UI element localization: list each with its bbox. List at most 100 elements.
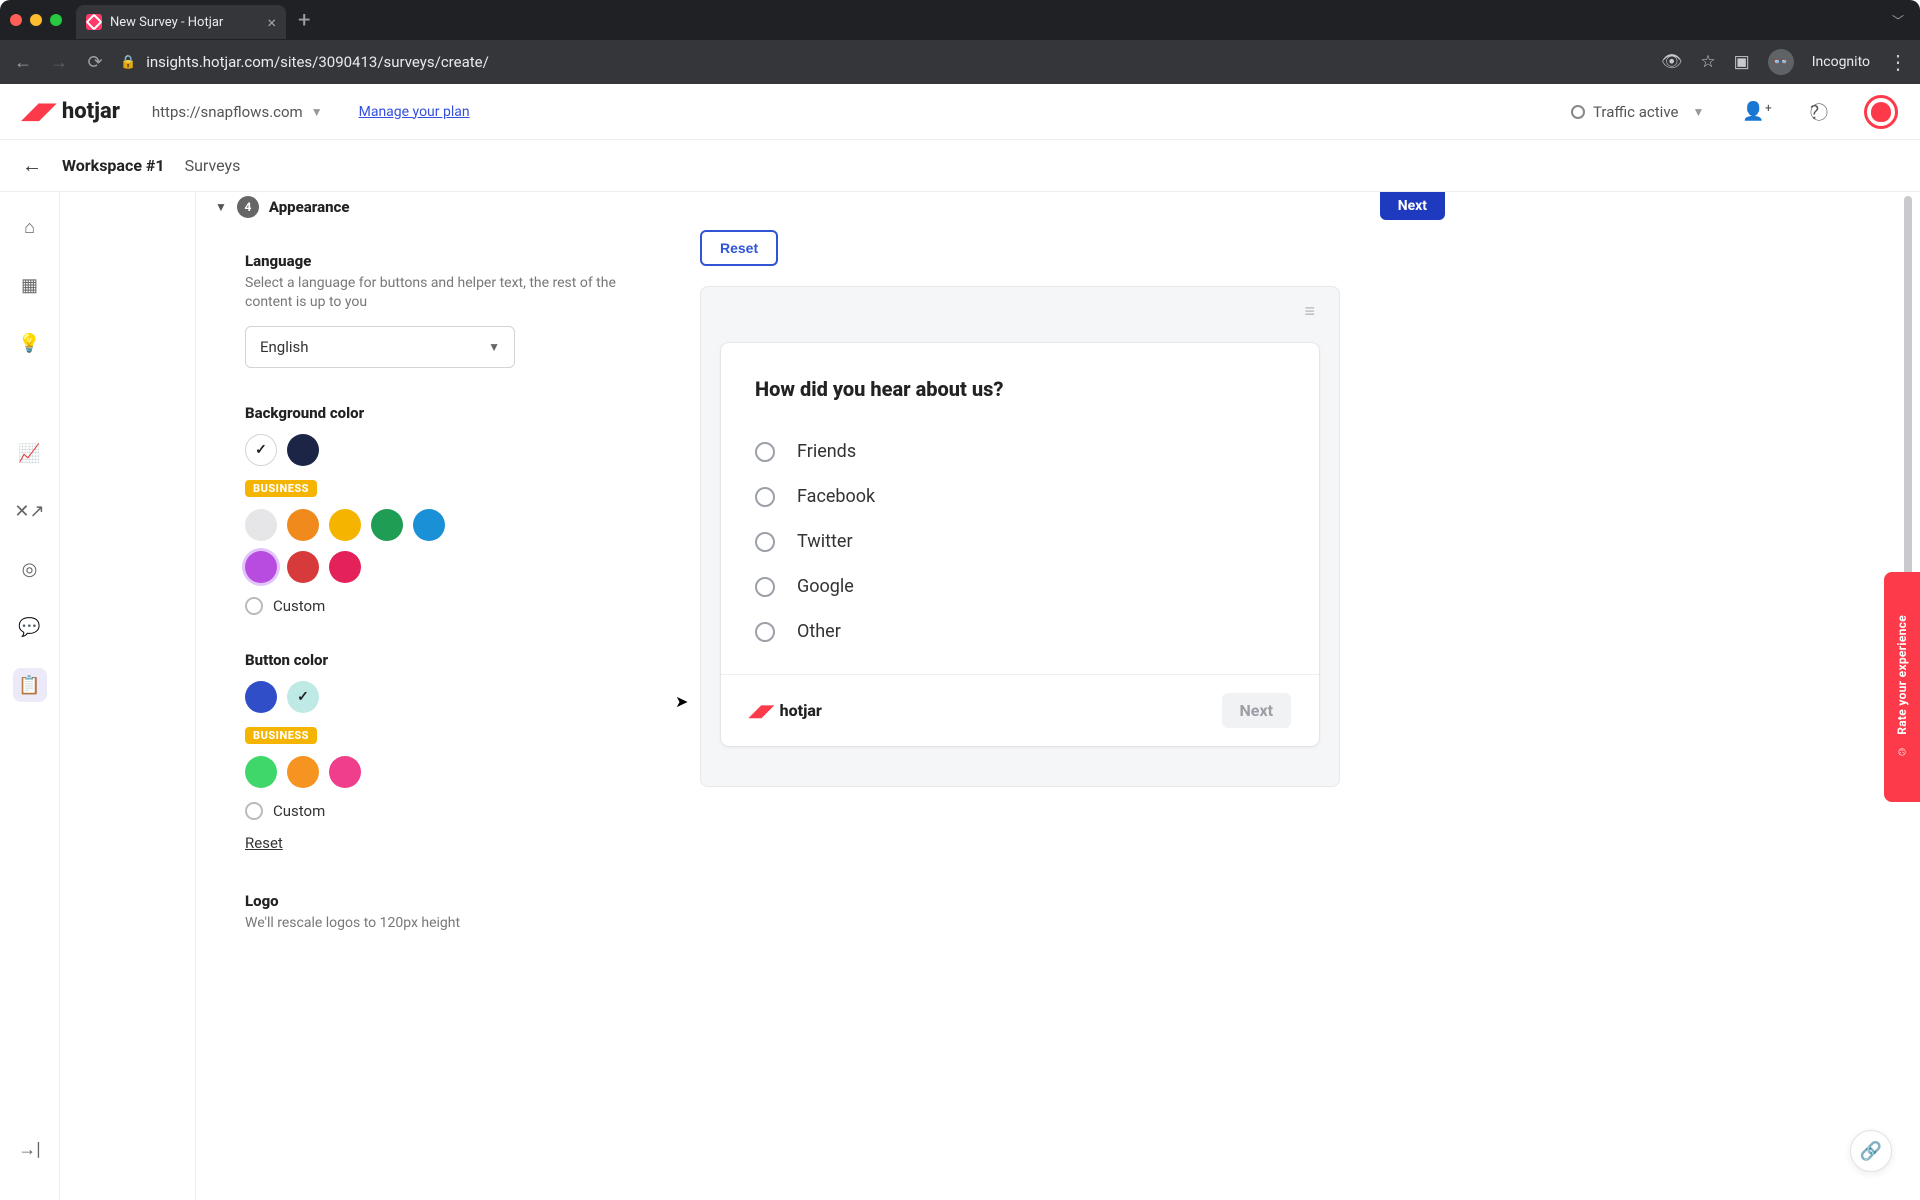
close-window-icon[interactable] — [10, 14, 22, 26]
survey-option[interactable]: Twitter — [755, 519, 1285, 564]
reload-icon[interactable]: ⟳ — [84, 52, 106, 73]
bgcolor-swatch-red[interactable] — [287, 551, 319, 583]
nav-highlights-icon[interactable]: 💡 — [13, 326, 47, 360]
avatar-icon — [1871, 102, 1891, 122]
bgcolor-swatch-yellow[interactable] — [329, 509, 361, 541]
logo-label: Logo — [245, 892, 625, 910]
bgcolor-swatch-lightgrey[interactable] — [245, 509, 277, 541]
radio-icon — [245, 802, 263, 820]
btncolor-reset-link[interactable]: Reset — [245, 834, 283, 852]
nav-surveys-icon[interactable]: 📋 — [13, 668, 47, 702]
traffic-label: Traffic active — [1593, 103, 1678, 121]
browser-tab[interactable]: New Survey - Hotjar × — [76, 5, 286, 39]
btncolor-swatch-pink[interactable] — [329, 756, 361, 788]
btncolor-swatch-blue[interactable] — [245, 681, 277, 713]
incognito-label: Incognito — [1812, 54, 1870, 70]
bookmark-star-icon[interactable]: ☆ — [1700, 52, 1715, 72]
bgcolor-swatch-navy[interactable] — [287, 434, 319, 466]
btncolor-label: Button color — [245, 651, 625, 669]
radio-icon — [755, 487, 775, 507]
brand-text: hotjar — [62, 99, 120, 124]
collapse-caret-icon[interactable]: ▼ — [215, 200, 227, 214]
workspace-name[interactable]: Workspace #1 — [62, 156, 165, 175]
minimize-window-icon[interactable] — [30, 14, 42, 26]
lock-icon: 🔒 — [120, 55, 136, 70]
bgcolor-swatch-crimson[interactable] — [329, 551, 361, 583]
custom-label: Custom — [273, 802, 325, 820]
bgcolor-custom-option[interactable]: Custom — [245, 597, 625, 615]
browser-menu-icon[interactable]: ⋮ — [1888, 50, 1908, 74]
next-button[interactable]: Next — [1380, 192, 1445, 220]
address-bar[interactable]: 🔒 insights.hotjar.com/sites/3090413/surv… — [120, 53, 489, 71]
tabstrip-overflow-icon[interactable]: ﹀ — [1892, 12, 1904, 29]
browser-toolbar: ← → ⟳ 🔒 insights.hotjar.com/sites/309041… — [0, 40, 1920, 84]
maximize-window-icon[interactable] — [50, 14, 62, 26]
nav-funnels-icon[interactable]: ✕↗ — [13, 494, 47, 528]
btncolor-swatch-green[interactable] — [245, 756, 277, 788]
business-badge: BUSINESS — [245, 727, 317, 744]
bgcolor-swatch-orange[interactable] — [287, 509, 319, 541]
cursor-icon: ➤ — [675, 692, 688, 711]
preview-panel: Reset ≡ How did you hear about us? Frien… — [700, 230, 1340, 787]
btncolor-custom-option[interactable]: Custom — [245, 802, 625, 820]
btncolor-swatch-orange[interactable] — [287, 756, 319, 788]
profile-avatar[interactable] — [1864, 95, 1898, 129]
back-arrow-icon[interactable]: ← — [22, 153, 42, 178]
nav-home-icon[interactable]: ⌂ — [13, 210, 47, 244]
chevron-down-icon: ▼ — [1692, 105, 1704, 119]
option-label: Friends — [797, 441, 856, 462]
manage-plan-link[interactable]: Manage your plan — [359, 104, 470, 120]
survey-option[interactable]: Google — [755, 564, 1285, 609]
window-controls[interactable] — [10, 14, 62, 26]
language-hint: Select a language for buttons and helper… — [245, 274, 625, 312]
option-label: Facebook — [797, 486, 875, 507]
section-header[interactable]: ▼ 4 Appearance — [215, 196, 1460, 218]
section-title: Appearance — [269, 198, 350, 216]
forward-icon: → — [48, 52, 70, 73]
btncolor-business-swatches — [245, 756, 485, 788]
feedback-label: Rate your experience — [1895, 615, 1909, 735]
nav-trends-icon[interactable]: 📈 — [13, 436, 47, 470]
survey-option[interactable]: Other — [755, 609, 1285, 654]
nav-recordings-icon[interactable]: ◎ — [13, 552, 47, 586]
extensions-icon[interactable]: ▣ — [1734, 52, 1750, 72]
nav-feedback-icon[interactable]: 💬 — [13, 610, 47, 644]
bgcolor-swatch-purple[interactable] — [245, 551, 277, 583]
language-dropdown[interactable]: English ▼ — [245, 326, 515, 368]
new-tab-button[interactable]: + — [298, 8, 310, 33]
close-tab-icon[interactable]: × — [267, 13, 276, 32]
bgcolor-business-swatches — [245, 509, 485, 583]
bgcolor-swatch-white[interactable] — [245, 434, 277, 466]
preview-menu-icon[interactable]: ≡ — [1304, 301, 1317, 322]
chevron-down-icon: ▼ — [488, 340, 500, 354]
radio-icon — [755, 532, 775, 552]
bgcolor-swatch-green[interactable] — [371, 509, 403, 541]
invite-user-icon[interactable]: 👤⁺ — [1742, 101, 1772, 122]
traffic-status[interactable]: Traffic active ▼ — [1571, 103, 1704, 121]
nav-dashboard-icon[interactable]: ▦ — [13, 268, 47, 302]
btncolor-default-swatches — [245, 681, 485, 713]
breadcrumb-section[interactable]: Surveys — [185, 156, 241, 175]
status-dot-icon — [1571, 105, 1585, 119]
bgcolor-swatch-blue[interactable] — [413, 509, 445, 541]
btncolor-swatch-mint[interactable] — [287, 681, 319, 713]
browser-tabstrip: New Survey - Hotjar × + ﹀ — [0, 0, 1920, 40]
back-icon[interactable]: ← — [12, 52, 34, 73]
eye-off-icon[interactable]: 👁 — [1661, 52, 1683, 72]
preview-hotjar-logo[interactable]: ◢◤ hotjar — [749, 701, 822, 720]
help-icon[interactable]: ？⃝ — [1810, 99, 1828, 125]
survey-option[interactable]: Facebook — [755, 474, 1285, 519]
step-number-badge: 4 — [237, 196, 259, 218]
feedback-side-tab[interactable]: Rate your experience ☺ — [1884, 572, 1920, 802]
share-link-button[interactable]: 🔗 — [1850, 1130, 1892, 1172]
hotjar-logo[interactable]: ◢◤ hotjar — [22, 99, 120, 124]
logo-hint: We'll rescale logos to 120px height — [245, 914, 625, 933]
survey-next-button[interactable]: Next — [1222, 693, 1291, 728]
radio-icon — [755, 622, 775, 642]
incognito-icon: 👓 — [1768, 49, 1794, 75]
site-selector[interactable]: https://snapflows.com ▼ — [152, 103, 323, 121]
preview-reset-button[interactable]: Reset — [700, 230, 778, 266]
expand-rail-icon[interactable]: →| — [18, 1139, 40, 1160]
appearance-settings: Language Select a language for buttons a… — [245, 252, 625, 933]
survey-option[interactable]: Friends — [755, 429, 1285, 474]
